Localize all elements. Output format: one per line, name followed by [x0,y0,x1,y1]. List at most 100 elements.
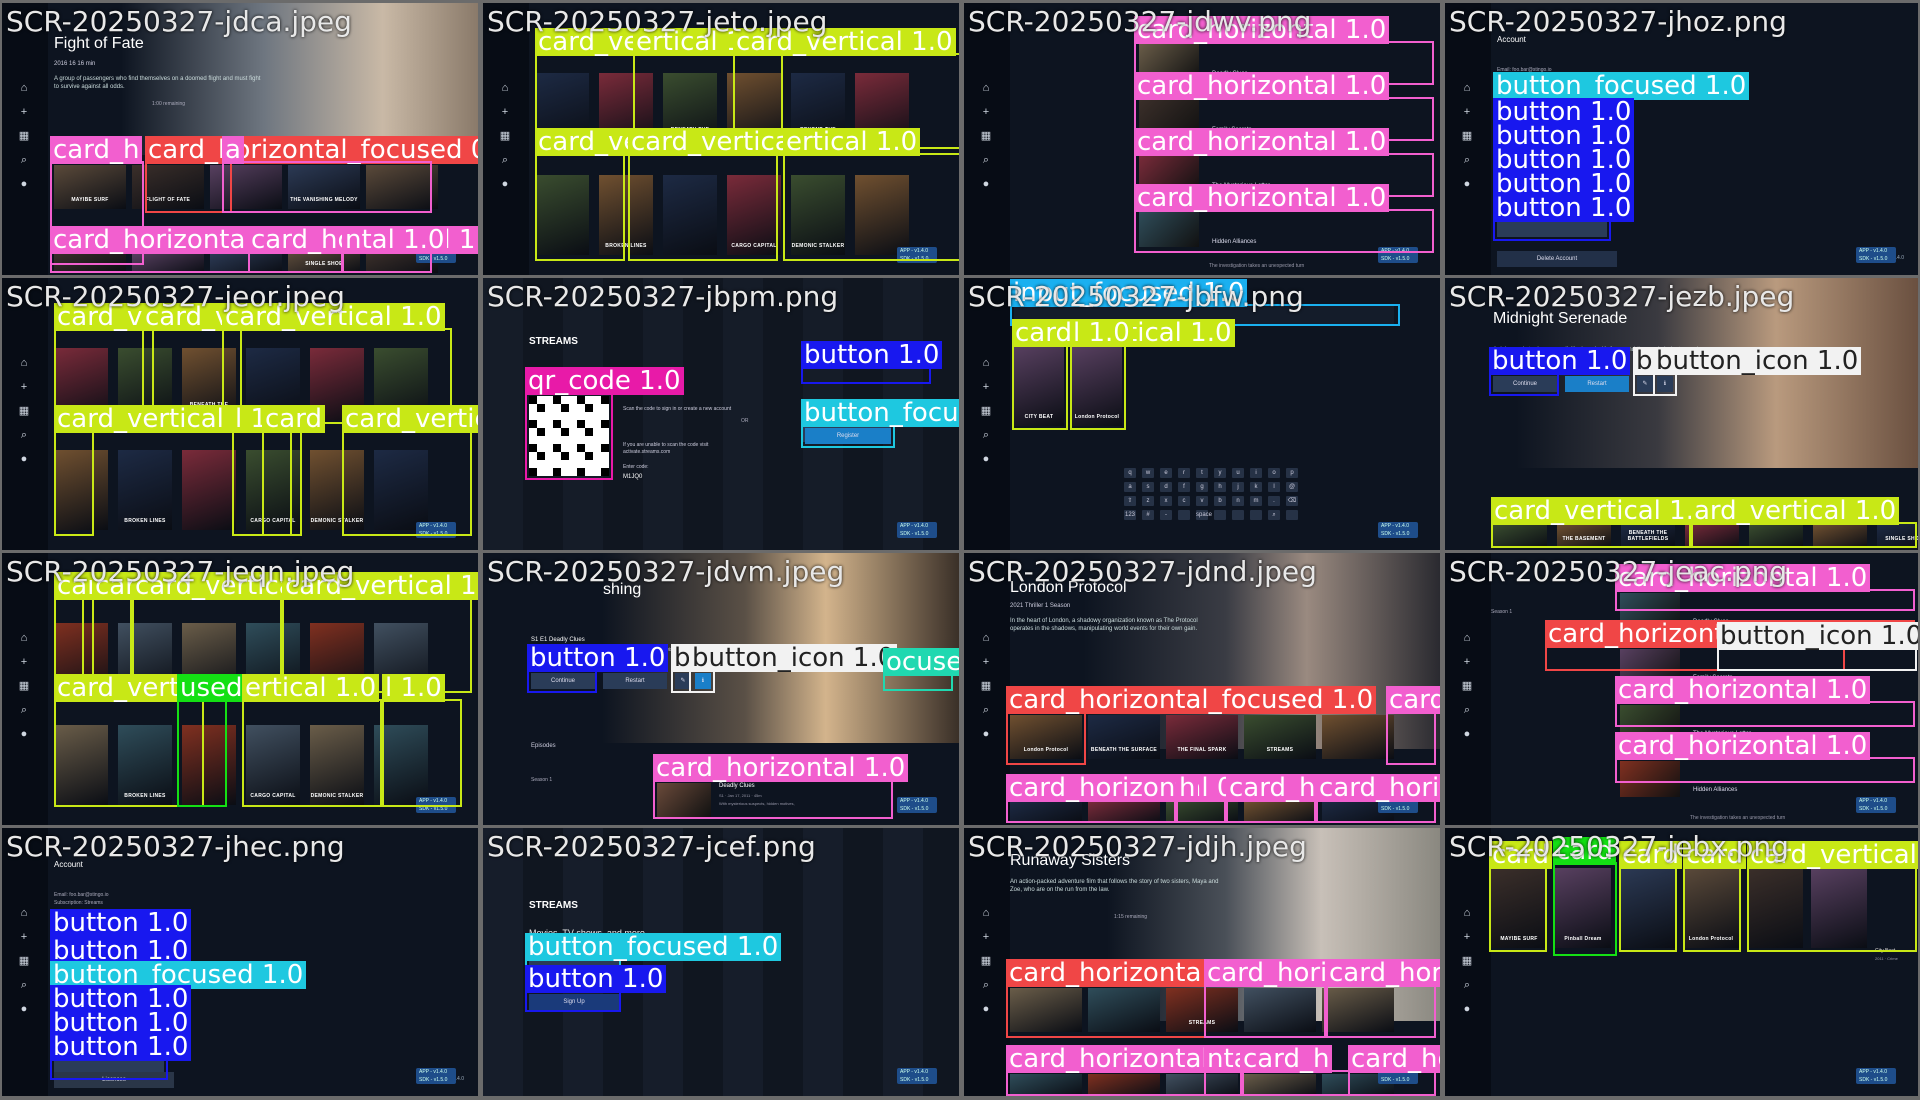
profile-icon[interactable]: ● [1460,1002,1474,1016]
plus-icon[interactable]: + [1460,105,1474,119]
grid-icon[interactable]: ▦ [17,954,31,968]
keyboard-key[interactable] [1250,510,1262,520]
keyboard-key[interactable]: e [1160,468,1172,478]
plus-icon[interactable]: + [17,930,31,944]
plus-icon[interactable]: + [17,380,31,394]
home-icon[interactable]: ⌂ [979,81,993,95]
keyboard-key[interactable]: y [1214,468,1226,478]
keyboard-key[interactable]: - [1160,510,1172,520]
profile-icon[interactable]: ● [979,727,993,741]
keyboard-key[interactable]: w [1142,468,1154,478]
keyboard-key[interactable]: k [1250,482,1262,492]
keyboard-key[interactable]: ⌫ [1286,496,1298,506]
profile-icon[interactable]: ● [498,177,512,191]
keyboard-key[interactable]: u [1232,468,1244,478]
keyboard-key[interactable]: c [1178,496,1190,506]
keyboard-key[interactable]: g [1196,482,1208,492]
home-icon[interactable]: ⌂ [1460,631,1474,645]
grid-icon[interactable]: ▦ [1460,129,1474,143]
home-icon[interactable]: ⌂ [17,81,31,95]
keyboard-key[interactable] [1286,510,1298,520]
keyboard-key[interactable]: x [1160,496,1172,506]
keyboard-key[interactable]: space [1196,510,1212,520]
grid-icon[interactable]: ▦ [979,404,993,418]
keyboard-key[interactable] [1178,510,1190,520]
search-icon[interactable]: ⌕ [17,153,31,167]
plus-icon[interactable]: + [17,655,31,669]
poster-card[interactable] [182,450,236,530]
plus-icon[interactable]: + [1460,655,1474,669]
grid-icon[interactable]: ▦ [17,129,31,143]
keyboard-key[interactable]: p [1286,468,1298,478]
home-icon[interactable]: ⌂ [979,631,993,645]
profile-icon[interactable]: ● [1460,177,1474,191]
keyboard-key[interactable]: l [1268,482,1280,492]
grid-icon[interactable]: ▦ [979,679,993,693]
plus-icon[interactable]: + [1460,930,1474,944]
keyboard-key[interactable]: n [1232,496,1244,506]
keyboard-key[interactable]: i [1250,468,1262,478]
grid-icon[interactable]: ▦ [17,679,31,693]
keyboard-key[interactable] [1214,510,1226,520]
keyboard-key[interactable]: ⌕ [1268,510,1280,520]
search-icon[interactable]: ⌕ [979,978,993,992]
poster-card[interactable] [1322,715,1394,759]
search-icon[interactable]: ⌕ [17,428,31,442]
profile-icon[interactable]: ● [1460,727,1474,741]
grid-icon[interactable]: ▦ [17,404,31,418]
grid-icon[interactable]: ▦ [498,129,512,143]
keyboard-key[interactable]: r [1178,468,1190,478]
poster-card[interactable]: BENEATH THE SURFACE [1088,715,1160,759]
keyboard-key[interactable]: @ [1286,482,1298,492]
profile-icon[interactable]: ● [17,452,31,466]
plus-icon[interactable]: + [979,105,993,119]
delete-account-button[interactable]: Delete Account [1497,251,1617,267]
search-icon[interactable]: ⌕ [498,153,512,167]
profile-icon[interactable]: ● [17,1002,31,1016]
home-icon[interactable]: ⌂ [1460,906,1474,920]
keyboard-key[interactable]: h [1214,482,1226,492]
keyboard-key[interactable]: b [1214,496,1226,506]
plus-icon[interactable]: + [979,655,993,669]
home-icon[interactable]: ⌂ [17,906,31,920]
restart-button[interactable]: Restart [1565,376,1629,392]
home-icon[interactable]: ⌂ [979,356,993,370]
poster-card[interactable]: BROKEN LINES [118,450,172,530]
poster-card[interactable]: THE FINAL SPARK [1166,715,1238,759]
keyboard-key[interactable]: q [1124,468,1136,478]
search-icon[interactable]: ⌕ [979,428,993,442]
plus-icon[interactable]: + [17,105,31,119]
search-icon[interactable]: ⌕ [17,703,31,717]
keyboard-key[interactable]: 123 [1124,510,1136,520]
restart-button[interactable]: Restart [603,673,667,689]
search-icon[interactable]: ⌕ [1460,703,1474,717]
profile-icon[interactable]: ● [979,1002,993,1016]
profile-icon[interactable]: ● [17,177,31,191]
keyboard-key[interactable]: . [1268,496,1280,506]
grid-icon[interactable]: ▦ [1460,954,1474,968]
profile-icon[interactable]: ● [979,177,993,191]
plus-icon[interactable]: + [979,380,993,394]
plus-icon[interactable]: + [498,105,512,119]
keyboard-key[interactable] [1232,510,1244,520]
keyboard-key[interactable]: v [1196,496,1208,506]
search-icon[interactable]: ⌕ [979,703,993,717]
keyboard-key[interactable]: ⇧ [1124,496,1136,506]
home-icon[interactable]: ⌂ [17,631,31,645]
search-icon[interactable]: ⌕ [1460,153,1474,167]
poster-card[interactable]: STREAMS [1244,715,1316,759]
plus-icon[interactable]: + [979,930,993,944]
grid-icon[interactable]: ▦ [979,954,993,968]
search-icon[interactable]: ⌕ [17,978,31,992]
profile-icon[interactable]: ● [979,452,993,466]
home-icon[interactable]: ⌂ [498,81,512,95]
search-icon[interactable]: ⌕ [1460,978,1474,992]
home-icon[interactable]: ⌂ [979,906,993,920]
keyboard-key[interactable]: f [1178,482,1190,492]
keyboard-key[interactable]: z [1142,496,1154,506]
keyboard-key[interactable]: d [1160,482,1172,492]
grid-icon[interactable]: ▦ [1460,679,1474,693]
onscreen-keyboard[interactable]: q w e r t y u i o p a s d f g h j k l @ ⇧ z x c v b n m. ⌫ 123 # - space… [1124,468,1300,520]
keyboard-key[interactable]: j [1232,482,1244,492]
keyboard-key[interactable]: a [1124,482,1136,492]
